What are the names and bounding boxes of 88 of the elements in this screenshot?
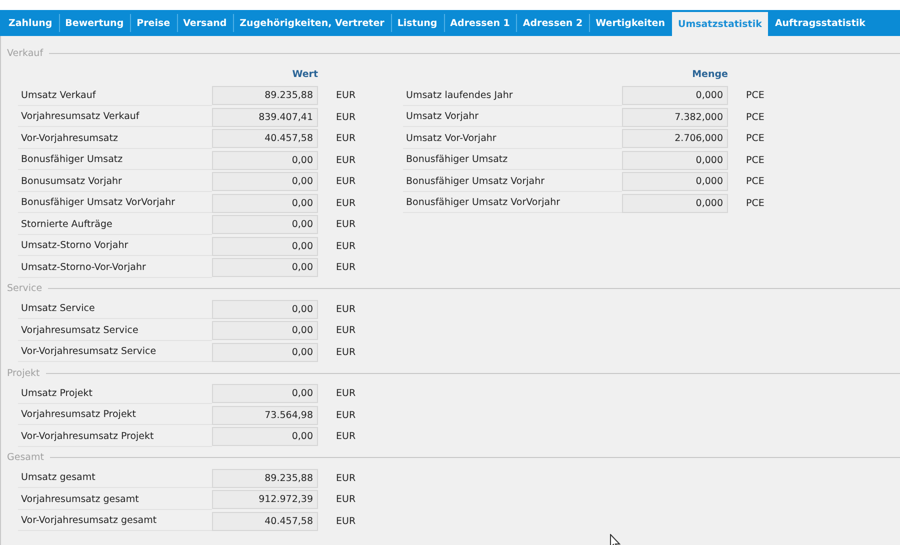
tab[interactable]: Adressen 2 [516, 10, 590, 36]
field-label: Vorjahresumsatz gesamt [18, 490, 212, 510]
field-label: Vor-Vorjahresumsatz Projekt [18, 426, 212, 447]
tab[interactable]: Zahlung [2, 10, 59, 36]
tab[interactable]: Bewertung [58, 10, 130, 36]
value-field[interactable]: 912.972,39 [212, 490, 318, 510]
column-header: Menge [691, 68, 728, 80]
unit-label: EUR [335, 494, 357, 506]
tab[interactable]: Adressen 1 [444, 10, 516, 36]
field-label: Vorjahresumsatz Service [18, 320, 212, 341]
unit-label: EUR [335, 219, 357, 230]
section-title: Service [7, 283, 42, 294]
unit-label: PCE [745, 112, 766, 123]
value-field[interactable]: 0,00 [212, 384, 318, 404]
unit-label: EUR [335, 198, 357, 209]
tab[interactable]: Versand [176, 10, 234, 36]
field-label: Umsatz Vor-Vorjahr [403, 128, 622, 149]
field-label: Umsatz gesamt [18, 468, 212, 488]
unit-label: EUR [335, 133, 357, 144]
unit-label: EUR [335, 346, 357, 358]
unit-label: EUR [335, 410, 357, 421]
value-field[interactable]: 0,00 [212, 342, 318, 362]
value-field[interactable]: 0,000 [622, 86, 728, 106]
field-label: Vorjahresumsatz Projekt [18, 405, 212, 426]
field-label: Bonusfähiger Umsatz [403, 150, 622, 170]
field-label: Umsatz laufendes Jahr [403, 86, 622, 106]
value-field[interactable]: 0,00 [212, 194, 318, 213]
value-field[interactable]: 40.457,58 [212, 512, 318, 531]
tab[interactable]: Preise [130, 10, 177, 36]
field-label: Vor-Vorjahresumsatz gesamt [18, 511, 212, 532]
unit-label: PCE [745, 176, 766, 188]
unit-label: PCE [745, 198, 766, 209]
value-field[interactable]: 0,00 [212, 172, 318, 192]
column-header: Wert [291, 68, 318, 80]
value-field[interactable]: 0,00 [212, 215, 318, 234]
tab[interactable]: Listung [390, 10, 444, 36]
value-field[interactable]: 839.407,41 [212, 108, 318, 127]
section-title: Gesamt [7, 452, 44, 463]
value-field[interactable]: 0,00 [212, 258, 318, 278]
unit-label: EUR [335, 325, 357, 336]
unit-label: EUR [335, 262, 357, 274]
value-field[interactable]: 89.235,88 [212, 86, 318, 106]
field-label: Umsatz-Storno-Vor-Vorjahr [18, 258, 212, 278]
value-field[interactable]: 0,000 [622, 194, 728, 213]
field-label: Bonusfähiger Umsatz VorVorjahr [18, 193, 212, 214]
value-field[interactable]: 0,00 [212, 300, 318, 319]
field-label: Vor-Vorjahresumsatz [18, 128, 212, 149]
unit-label: EUR [335, 90, 357, 102]
value-field[interactable]: 0,00 [212, 150, 318, 170]
tab[interactable]: Zugehörigkeiten, Vertreter [233, 10, 391, 36]
field-label: Bonusfähiger Umsatz VorVorjahr [403, 193, 622, 214]
value-field[interactable]: 89.235,88 [212, 468, 318, 488]
field-label: Bonusfähiger Umsatz Vorjahr [403, 172, 622, 192]
tab[interactable]: Wertigkeiten [589, 10, 672, 36]
value-field[interactable]: 0,000 [622, 172, 728, 192]
field-label: Bonusumsatz Vorjahr [18, 172, 212, 192]
field-label: Stornierte Aufträge [18, 214, 212, 235]
unit-label: EUR [335, 516, 357, 527]
unit-label: PCE [745, 133, 766, 144]
unit-label: EUR [335, 154, 357, 166]
value-field[interactable]: 0,00 [212, 236, 318, 256]
field-label: Umsatz Vorjahr [403, 107, 622, 128]
unit-label: EUR [335, 304, 357, 315]
unit-label: PCE [745, 90, 766, 102]
value-field[interactable]: 0,00 [212, 427, 318, 446]
unit-label: EUR [335, 176, 357, 188]
value-field[interactable]: 73.564,98 [212, 406, 318, 425]
value-field[interactable]: 7.382,000 [622, 108, 728, 127]
section-title: Verkauf [7, 48, 44, 58]
field-label: Vorjahresumsatz Verkauf [18, 107, 212, 128]
unit-label: EUR [335, 431, 357, 442]
field-label: Vor-Vorjahresumsatz Service [18, 342, 212, 362]
unit-label: PCE [745, 154, 766, 166]
field-label: Umsatz Verkauf [18, 86, 212, 106]
tab[interactable]: Auftragsstatistik [768, 10, 872, 36]
value-field[interactable]: 2.706,000 [622, 129, 728, 148]
value-field[interactable]: 0,00 [212, 321, 318, 340]
field-label: Umsatz-Storno Vorjahr [18, 236, 212, 256]
field-label: Umsatz Projekt [18, 384, 212, 404]
section-title: Projekt [7, 368, 40, 378]
unit-label: EUR [335, 240, 357, 252]
unit-label: EUR [335, 112, 357, 123]
unit-label: EUR [335, 472, 357, 484]
field-label: Umsatz Service [18, 299, 212, 320]
value-field[interactable]: 0,000 [622, 150, 728, 170]
unit-label: EUR [335, 388, 357, 400]
value-field[interactable]: 40.457,58 [212, 129, 318, 148]
field-label: Bonusfähiger Umsatz [18, 150, 212, 170]
